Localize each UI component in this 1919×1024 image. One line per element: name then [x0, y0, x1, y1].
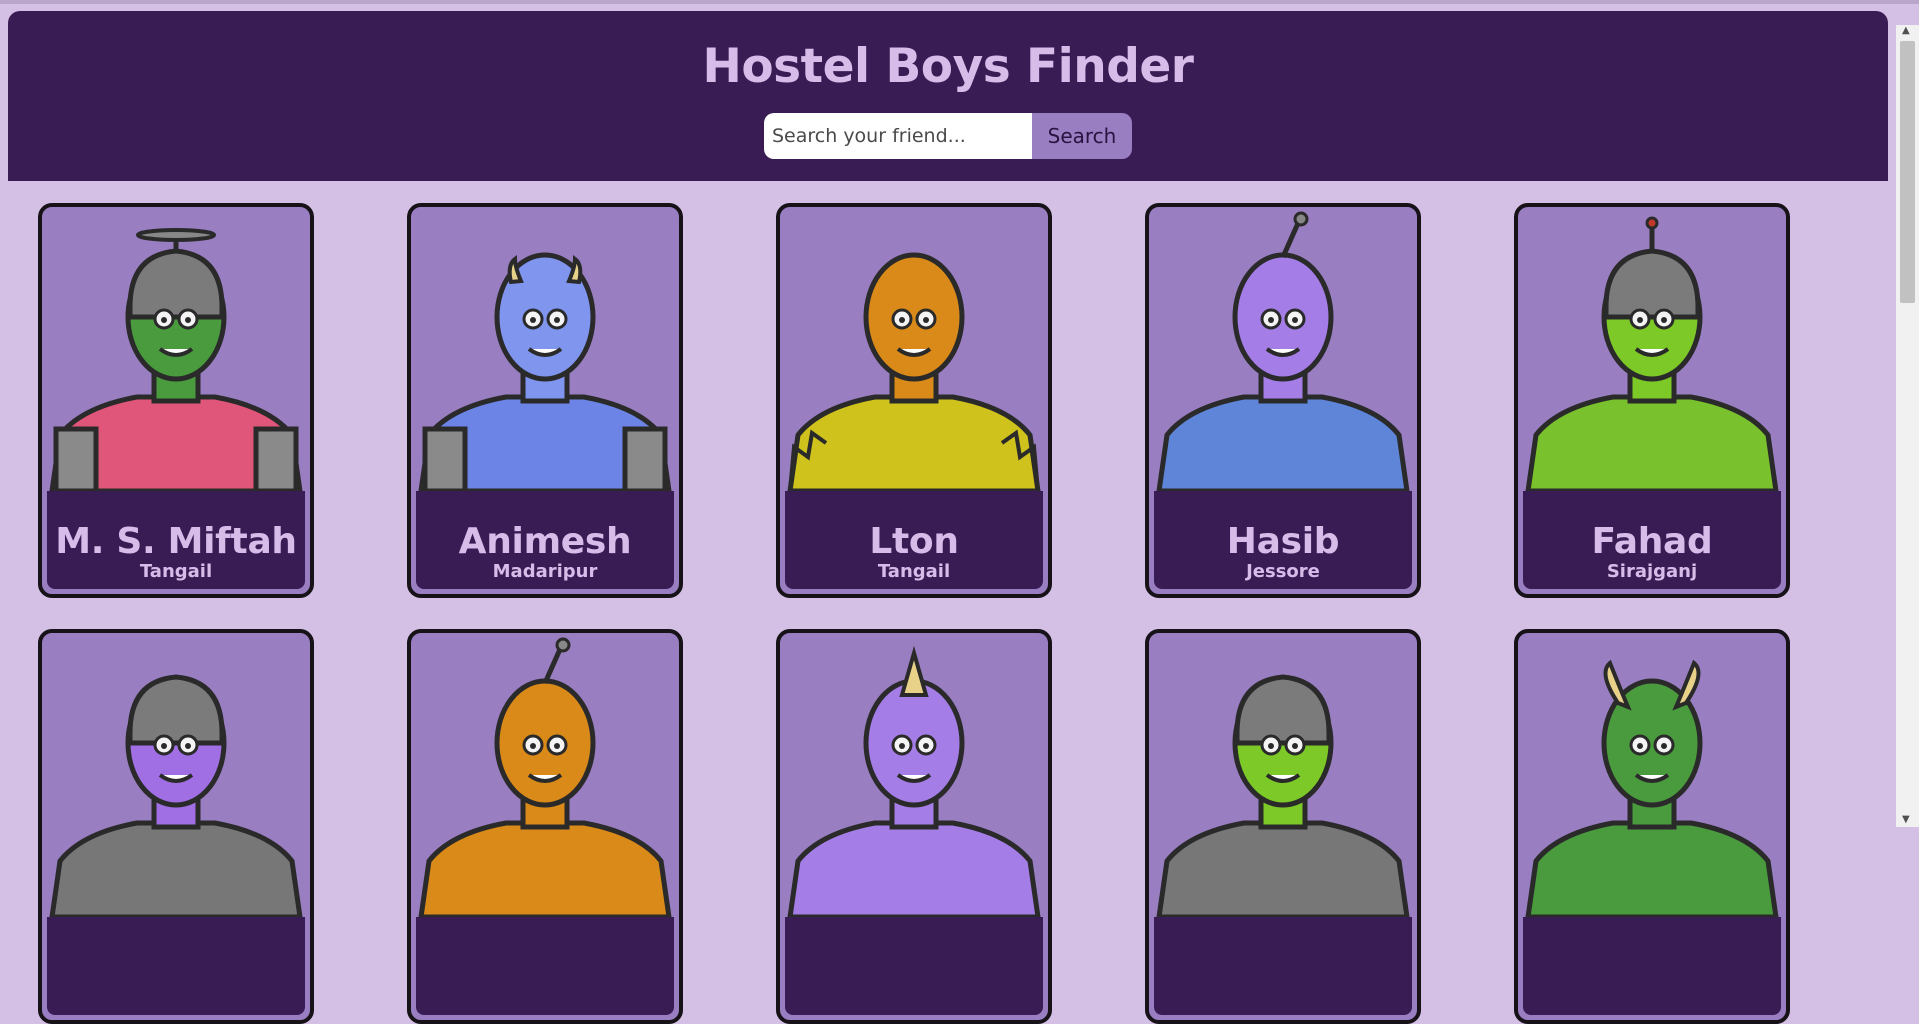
search-bar: Search — [764, 113, 1132, 159]
friend-card[interactable]: M. S. Miftah Tangail — [38, 203, 314, 598]
scroll-up-arrow-icon[interactable]: ▲ — [1902, 25, 1910, 36]
search-button[interactable]: Search — [1032, 113, 1132, 159]
friend-card-info — [785, 917, 1043, 1015]
scroll-down-arrow-icon[interactable]: ▼ — [1902, 814, 1910, 825]
friend-card-info: M. S. Miftah Tangail — [47, 491, 305, 589]
blue-horned-monster-avatar — [411, 207, 679, 494]
friend-card-info — [416, 917, 674, 1015]
orange-antenna-monster-avatar — [411, 633, 679, 920]
green-robot-propeller-avatar — [42, 207, 310, 494]
friend-card[interactable]: Hasib Jessore — [1145, 203, 1421, 598]
friend-card-info: Hasib Jessore — [1154, 491, 1412, 589]
friend-card-info: Lton Tangail — [785, 491, 1043, 589]
friend-card-info — [1523, 917, 1781, 1015]
friend-card[interactable]: Lton Tangail — [776, 203, 1052, 598]
green-horned-monster-avatar — [1518, 633, 1786, 920]
purple-horned-monster-avatar — [780, 633, 1048, 920]
friend-name: Animesh — [458, 521, 632, 562]
purple-three-eyed-alien-avatar — [1149, 207, 1417, 494]
green-helmet-robot-avatar — [1518, 207, 1786, 494]
friend-card-info — [47, 917, 305, 1015]
orange-spiky-monster-avatar — [780, 207, 1048, 494]
friend-location: Tangail — [139, 561, 213, 582]
page-title: Hostel Boys Finder — [702, 39, 1194, 94]
purple-robot-helmet-avatar — [42, 633, 310, 920]
page-scrollbar[interactable]: ▲ ▼ — [1896, 25, 1919, 827]
friend-location: Tangail — [877, 561, 951, 582]
friend-name: Lton — [869, 521, 959, 562]
friend-name: Fahad — [1591, 521, 1713, 562]
friend-name: Hasib — [1226, 521, 1340, 562]
friend-card[interactable]: Fahad Sirajganj — [1514, 203, 1790, 598]
friend-card-info: Fahad Sirajganj — [1523, 491, 1781, 589]
scrollbar-thumb[interactable] — [1900, 41, 1915, 303]
friend-location: Madaripur — [492, 561, 598, 582]
friend-location: Jessore — [1246, 561, 1320, 582]
search-input[interactable] — [764, 113, 1032, 159]
green-robot-avatar — [1149, 633, 1417, 920]
browser-top-edge — [0, 0, 1919, 4]
page-header: Hostel Boys Finder Search — [8, 11, 1888, 181]
friend-name: M. S. Miftah — [55, 521, 297, 562]
friend-location: Sirajganj — [1606, 561, 1698, 582]
friend-card[interactable]: Animesh Madaripur — [407, 203, 683, 598]
friend-card-info: Animesh Madaripur — [416, 491, 674, 589]
friend-card-info — [1154, 917, 1412, 1015]
